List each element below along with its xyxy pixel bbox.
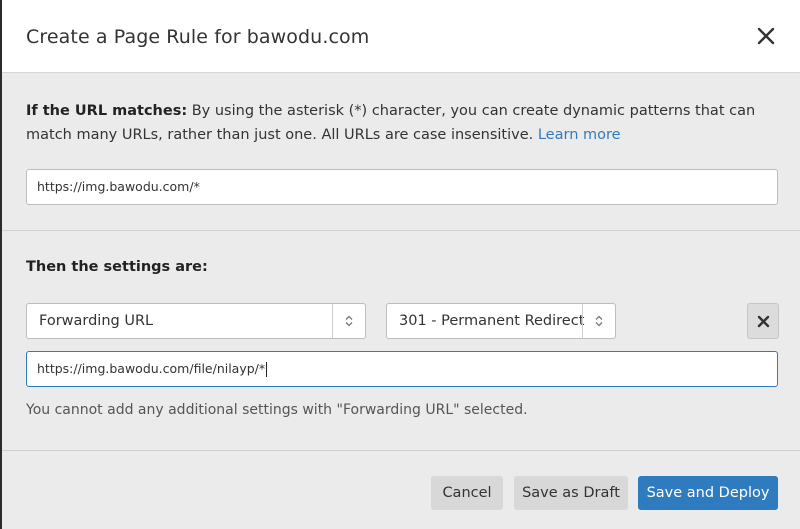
status-code-select-value: 301 - Permanent Redirect xyxy=(399,313,585,329)
setting-select[interactable]: Forwarding URL xyxy=(26,303,366,339)
remove-setting-button[interactable] xyxy=(747,303,779,339)
setting-select-toggle[interactable] xyxy=(332,304,365,338)
forwarding-note: You cannot add any additional settings w… xyxy=(26,402,528,418)
url-pattern-value: https://img.bawodu.com/* xyxy=(37,179,200,194)
save-and-deploy-button[interactable]: Save and Deploy xyxy=(638,476,778,510)
text-caret xyxy=(266,362,268,377)
settings-heading: Then the settings are: xyxy=(26,259,208,275)
status-code-select-toggle[interactable] xyxy=(582,304,615,338)
page-rule-dialog: Create a Page Rule for bawodu.com If the… xyxy=(2,0,800,529)
url-pattern-input[interactable]: https://img.bawodu.com/* xyxy=(26,169,778,205)
dialog-footer: Cancel Save as Draft Save and Deploy xyxy=(2,450,800,529)
sort-arrows-icon xyxy=(345,315,353,327)
url-match-description: If the URL matches: By using the asteris… xyxy=(26,99,766,147)
cancel-button[interactable]: Cancel xyxy=(431,476,503,510)
save-as-draft-button[interactable]: Save as Draft xyxy=(514,476,628,510)
close-button[interactable] xyxy=(754,24,778,48)
status-code-select[interactable]: 301 - Permanent Redirect xyxy=(386,303,616,339)
close-icon xyxy=(757,27,775,45)
dialog-header: Create a Page Rule for bawodu.com xyxy=(2,0,800,73)
close-icon xyxy=(757,315,770,328)
destination-url-input[interactable]: https://img.bawodu.com/file/nilayp/* xyxy=(26,351,778,387)
learn-more-link[interactable]: Learn more xyxy=(538,127,621,143)
sort-arrows-icon xyxy=(595,315,603,327)
destination-url-value: https://img.bawodu.com/file/nilayp/* xyxy=(37,361,266,376)
url-match-heading: If the URL matches: xyxy=(26,103,188,119)
dialog-title: Create a Page Rule for bawodu.com xyxy=(26,26,370,48)
setting-select-value: Forwarding URL xyxy=(39,313,154,329)
url-match-section: If the URL matches: By using the asteris… xyxy=(2,73,800,231)
